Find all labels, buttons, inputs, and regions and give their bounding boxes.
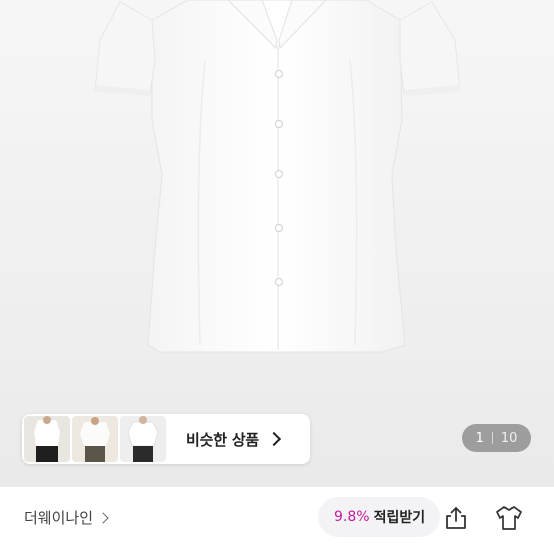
similar-thumb-1 [24,416,70,462]
shop-name: 더웨이나인 [24,509,94,527]
total-pages: 10 [500,430,518,446]
image-page-indicator: 1 10 [462,424,531,452]
similar-products-label: 비슷한 상품 [186,430,260,449]
chevron-right-icon [266,431,282,447]
similar-thumb-2 [72,416,118,462]
page-separator [491,432,493,444]
earn-points-button[interactable]: 9.8% 적립받기 [318,497,440,537]
shop-link[interactable]: 더웨이나인 [24,507,109,528]
points-label: 적립받기 [373,510,426,526]
shirt-outline-icon[interactable] [494,503,524,533]
chevron-right-icon [97,511,109,524]
similar-products-button[interactable]: 비슷한 상품 [22,414,310,464]
product-image-carousel[interactable]: 비슷한 상품 1 10 [0,0,554,487]
share-icon[interactable] [443,505,469,531]
similar-thumb-3 [120,416,166,462]
current-page: 1 [475,430,484,446]
points-percent: 9.8% [334,509,370,525]
